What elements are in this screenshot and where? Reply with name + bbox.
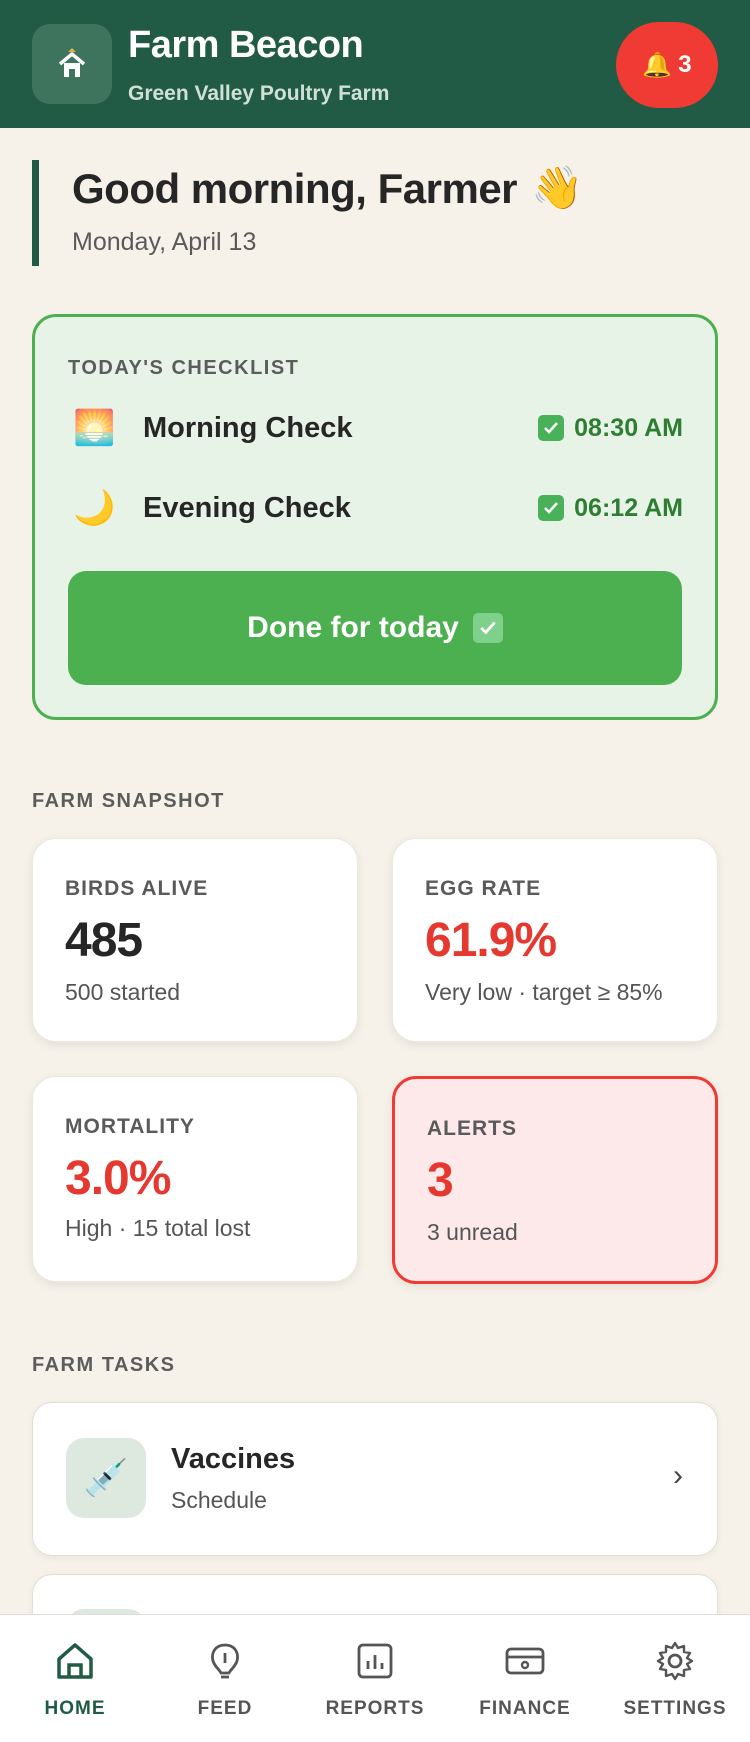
stat-card-mortality[interactable]: MORTALITY 3.0% High · 15 total lost xyxy=(32,1076,358,1282)
stat-subtext: High · 15 total lost xyxy=(65,1215,251,1241)
stat-subtext: 500 started xyxy=(65,979,181,1005)
stat-title: ALERTS xyxy=(427,1117,517,1140)
sunrise-icon: 🌅 xyxy=(73,409,116,447)
chevron-right-icon: › xyxy=(673,1459,683,1492)
stat-value: 3 xyxy=(427,1154,454,1207)
nav-label: FINANCE xyxy=(479,1698,571,1719)
task-card-vaccines[interactable]: 💉 Vaccines Schedule › xyxy=(32,1402,718,1556)
checklist-item-name: Evening Check xyxy=(143,491,351,524)
checklist-item-time: 08:30 AM xyxy=(574,413,683,442)
syringe-icon: 💉 xyxy=(66,1438,146,1518)
bell-icon: 🔔 xyxy=(642,51,673,79)
greeting-accent-bar xyxy=(32,160,39,266)
nav-item-reports[interactable]: REPORTS xyxy=(300,1615,450,1742)
checklist-item-status: 06:12 AM xyxy=(538,494,683,523)
checklist-item-status: 08:30 AM xyxy=(538,414,683,443)
waving-hand-icon: 👋 xyxy=(531,164,583,211)
checkmark-icon xyxy=(538,495,565,521)
nav-label: SETTINGS xyxy=(623,1698,727,1719)
nav-label: REPORTS xyxy=(325,1698,425,1719)
checkmark-icon xyxy=(472,613,503,643)
app-header: Farm Beacon Green Valley Poultry Farm 🔔 … xyxy=(0,0,750,128)
stat-card-alerts[interactable]: ALERTS 3 3 unread xyxy=(392,1076,718,1284)
farm-name: Green Valley Poultry Farm xyxy=(128,82,390,105)
stat-subtext: 3 unread xyxy=(427,1219,518,1245)
stat-value: 485 xyxy=(65,914,143,967)
stat-card-egg-rate[interactable]: EGG RATE 61.9% Very low · target ≥ 85% xyxy=(392,838,718,1042)
done-button-label: Done for today xyxy=(247,611,459,644)
stat-subtext: Very low · target ≥ 85% xyxy=(425,979,663,1005)
checklist-item-time: 06:12 AM xyxy=(574,493,683,522)
nav-item-settings[interactable]: SETTINGS xyxy=(600,1615,750,1742)
nav-item-home[interactable]: HOME xyxy=(0,1615,150,1742)
task-subtitle: Schedule xyxy=(171,1487,267,1513)
stat-title: MORTALITY xyxy=(65,1115,195,1138)
stat-value: 61.9% xyxy=(425,914,557,967)
nav-item-finance[interactable]: FINANCE xyxy=(450,1615,600,1742)
moon-icon: 🌙 xyxy=(73,489,116,527)
checklist-item-morning[interactable]: 🌅 Morning Check 08:30 AM xyxy=(73,405,683,451)
notifications-button[interactable]: 🔔 3 xyxy=(616,22,718,108)
farm-tasks-label: FARM TASKS xyxy=(32,1354,176,1376)
farm-house-icon[interactable] xyxy=(32,24,112,104)
nav-label: FEED xyxy=(197,1698,253,1719)
bottom-navigation: HOME FEED REPORTS FINANCE SETTINGS xyxy=(0,1614,750,1742)
checklist-label: TODAY'S CHECKLIST xyxy=(68,357,300,379)
farm-snapshot-label: FARM SNAPSHOT xyxy=(32,790,225,812)
greeting-heading: Good morning, Farmer 👋 xyxy=(72,164,583,213)
stat-title: EGG RATE xyxy=(425,877,542,900)
app-title: Farm Beacon xyxy=(128,24,364,66)
task-title: Vaccines xyxy=(171,1443,296,1475)
checklist-item-name: Morning Check xyxy=(143,411,353,444)
reports-icon xyxy=(353,1639,397,1688)
finance-icon xyxy=(503,1639,547,1688)
current-date: Monday, April 13 xyxy=(72,228,257,256)
nav-label: HOME xyxy=(44,1698,106,1719)
app-screen: Farm Beacon Green Valley Poultry Farm 🔔 … xyxy=(0,0,750,1742)
stat-card-birds-alive[interactable]: BIRDS ALIVE 485 500 started xyxy=(32,838,358,1042)
greeting-text: Good morning, Farmer xyxy=(72,164,518,212)
gear-icon xyxy=(653,1639,697,1688)
stat-title: BIRDS ALIVE xyxy=(65,877,209,900)
checkmark-icon xyxy=(538,415,565,441)
done-for-today-button[interactable]: Done for today xyxy=(68,571,682,685)
stat-value: 3.0% xyxy=(65,1152,171,1205)
nav-item-feed[interactable]: FEED xyxy=(150,1615,300,1742)
todays-checklist-card: TODAY'S CHECKLIST 🌅 Morning Check 08:30 … xyxy=(32,314,718,720)
feed-icon xyxy=(203,1639,247,1688)
notification-count: 3 xyxy=(678,51,692,78)
checklist-item-evening[interactable]: 🌙 Evening Check 06:12 AM xyxy=(73,485,683,531)
home-icon xyxy=(53,1639,97,1688)
